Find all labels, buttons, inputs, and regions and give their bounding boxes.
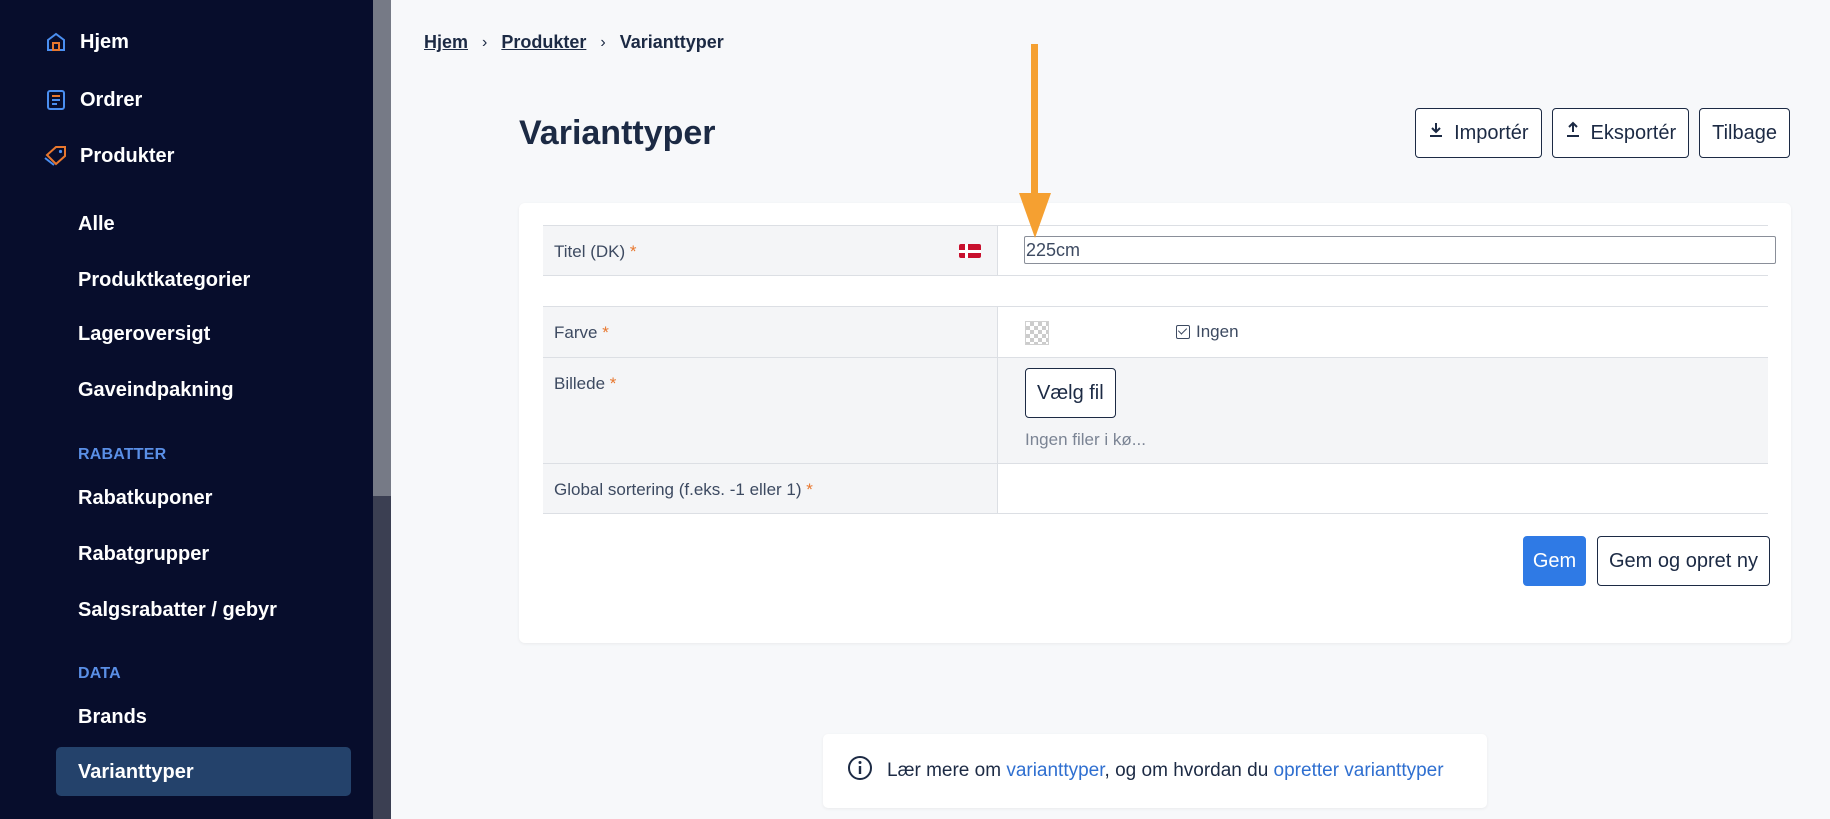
chevron-right-icon: ›	[482, 33, 488, 51]
sidebar-scrollbar-thumb[interactable]	[373, 0, 391, 496]
required-marker: *	[602, 323, 609, 342]
save-and-new-button[interactable]: Gem og opret ny	[1597, 536, 1770, 586]
annotation-arrow-head	[1019, 193, 1051, 238]
danish-flag-icon	[959, 244, 981, 258]
breadcrumb-home[interactable]: Hjem	[424, 32, 468, 53]
color-swatch[interactable]	[1025, 321, 1049, 345]
page-title: Varianttyper	[519, 114, 716, 152]
image-row: Billede * Vælg fil Ingen filer i kø...	[543, 357, 1768, 464]
nav-brands[interactable]: Brands	[78, 706, 147, 729]
nav-stock-overview[interactable]: Lageroversigt	[78, 323, 210, 346]
required-marker: *	[609, 374, 617, 393]
sidebar: Hjem Ordrer Produkter Alle Produktkatego…	[0, 0, 373, 819]
file-status: Ingen filer i kø...	[1025, 430, 1146, 449]
nav-variant-types-label: Varianttyper	[78, 761, 194, 783]
choose-file-button[interactable]: Vælg fil	[1025, 368, 1116, 418]
nav-home[interactable]: Hjem	[44, 30, 129, 54]
sort-input[interactable]	[999, 464, 1768, 513]
section-rabatter: RABATTER	[78, 446, 167, 463]
sort-row: Global sortering (f.eks. -1 eller 1) *	[543, 463, 1768, 514]
variant-type-form: Titel (DK) * Farve * Ingen Billede * Væl…	[519, 203, 1791, 643]
variant-types-link[interactable]: varianttyper	[1006, 760, 1104, 781]
nav-all-products[interactable]: Alle	[78, 213, 115, 236]
nav-product-categories[interactable]: Produktkategorier	[78, 269, 250, 292]
home-icon	[44, 30, 68, 54]
nav-discount-groups[interactable]: Rabatgrupper	[78, 543, 209, 566]
color-label: Farve *	[543, 307, 998, 357]
title-input[interactable]	[1024, 236, 1776, 264]
export-button-label: Eksportér	[1590, 121, 1677, 144]
chevron-right-icon: ›	[600, 33, 606, 51]
color-none-label: Ingen	[1196, 322, 1239, 341]
info-bar: Lær mere om varianttyper, og om hvordan …	[823, 734, 1487, 808]
upload-icon	[1565, 121, 1581, 145]
annotation-arrow	[1031, 44, 1038, 196]
nav-orders[interactable]: Ordrer	[44, 88, 142, 112]
required-marker: *	[629, 242, 637, 261]
nav-discount-coupons[interactable]: Rabatkuponer	[78, 487, 212, 510]
orders-icon	[44, 88, 68, 112]
back-button[interactable]: Tilbage	[1699, 108, 1790, 158]
title-row: Titel (DK) *	[543, 225, 1776, 276]
color-none-checkbox[interactable]: Ingen	[1176, 322, 1239, 342]
title-label: Titel (DK) *	[543, 226, 998, 275]
export-button[interactable]: Eksportér	[1551, 108, 1690, 158]
nav-products[interactable]: Produkter	[44, 144, 174, 168]
save-button[interactable]: Gem	[1523, 536, 1586, 586]
nav-products-label: Produkter	[80, 144, 175, 167]
nav-home-label: Hjem	[80, 30, 129, 53]
nav-variant-types[interactable]: Varianttyper	[56, 747, 351, 796]
required-marker: *	[806, 480, 813, 499]
sort-label: Global sortering (f.eks. -1 eller 1) *	[543, 464, 998, 513]
section-data: DATA	[78, 665, 121, 682]
page-actions: Importér Eksportér Tilbage	[1415, 108, 1790, 158]
info-text: Lær mere om varianttyper, og om hvordan …	[887, 760, 1444, 781]
nav-gift-wrapping[interactable]: Gaveindpakning	[78, 379, 234, 402]
download-icon	[1428, 121, 1444, 145]
checkbox-checked-icon	[1176, 325, 1190, 339]
info-icon	[847, 755, 873, 787]
breadcrumb: Hjem › Produkter › Varianttyper	[424, 32, 724, 53]
import-button[interactable]: Importér	[1415, 108, 1542, 158]
breadcrumb-current: Varianttyper	[619, 32, 724, 52]
image-label: Billede *	[543, 358, 998, 463]
create-variant-types-link[interactable]: opretter varianttyper	[1274, 760, 1444, 781]
nav-sales-discounts[interactable]: Salgsrabatter / gebyr	[78, 599, 277, 622]
import-button-label: Importér	[1454, 121, 1529, 144]
color-row: Farve * Ingen	[543, 306, 1768, 358]
tag-icon	[44, 144, 68, 168]
nav-orders-label: Ordrer	[80, 88, 143, 111]
breadcrumb-products[interactable]: Produkter	[501, 32, 586, 53]
